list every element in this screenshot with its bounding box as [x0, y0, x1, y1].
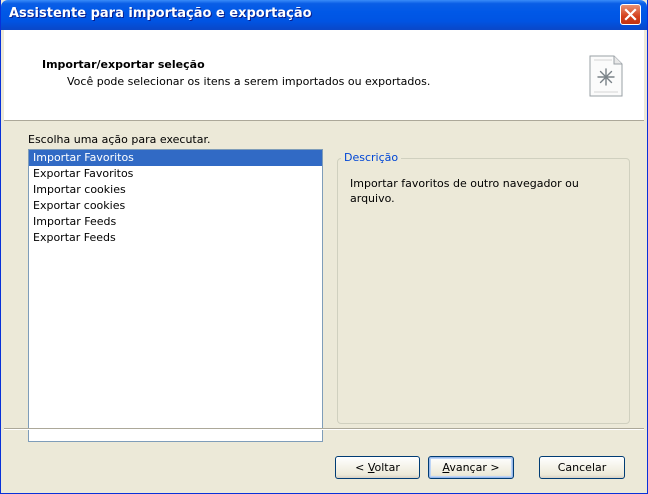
list-item[interactable]: Importar Favoritos: [29, 150, 322, 166]
description-legend: Descrição: [341, 151, 402, 164]
import-export-wizard-icon: [589, 55, 623, 97]
list-item[interactable]: Exportar Favoritos: [29, 166, 322, 182]
footer-divider: [4, 428, 644, 430]
wizard-window: Assistente para importação e exportação …: [0, 0, 648, 494]
back-button-rest: oltar: [374, 461, 400, 474]
close-icon: [624, 8, 637, 21]
back-button-accel: V: [367, 461, 375, 474]
window-title: Assistente para importação e exportação: [9, 6, 312, 21]
cancel-button[interactable]: Cancelar: [539, 456, 625, 479]
back-button[interactable]: < Voltar: [335, 456, 420, 479]
action-listbox[interactable]: Importar Favoritos Exportar Favoritos Impo…: [28, 149, 323, 442]
wizard-content: Escolha uma ação para executar. Importar…: [4, 122, 644, 442]
list-item[interactable]: Importar Feeds: [29, 214, 322, 230]
next-button[interactable]: Avançar >: [428, 456, 514, 479]
back-button-prefix: <: [355, 461, 368, 474]
next-button-rest: vançar >: [449, 461, 500, 474]
close-button[interactable]: [620, 4, 641, 25]
list-item[interactable]: Exportar Feeds: [29, 230, 322, 246]
description-text: Importar favoritos de outro navegador ou…: [350, 177, 579, 205]
list-item[interactable]: Importar cookies: [29, 182, 322, 198]
title-bar[interactable]: Assistente para importação e exportação: [1, 0, 647, 30]
header-subtitle: Você pode selecionar os itens a serem im…: [67, 75, 431, 88]
wizard-header: Importar/exportar seleção Você pode sele…: [4, 30, 644, 121]
list-item[interactable]: Exportar cookies: [29, 198, 322, 214]
header-title: Importar/exportar seleção: [42, 58, 205, 71]
instruction-label: Escolha uma ação para executar.: [28, 133, 211, 146]
